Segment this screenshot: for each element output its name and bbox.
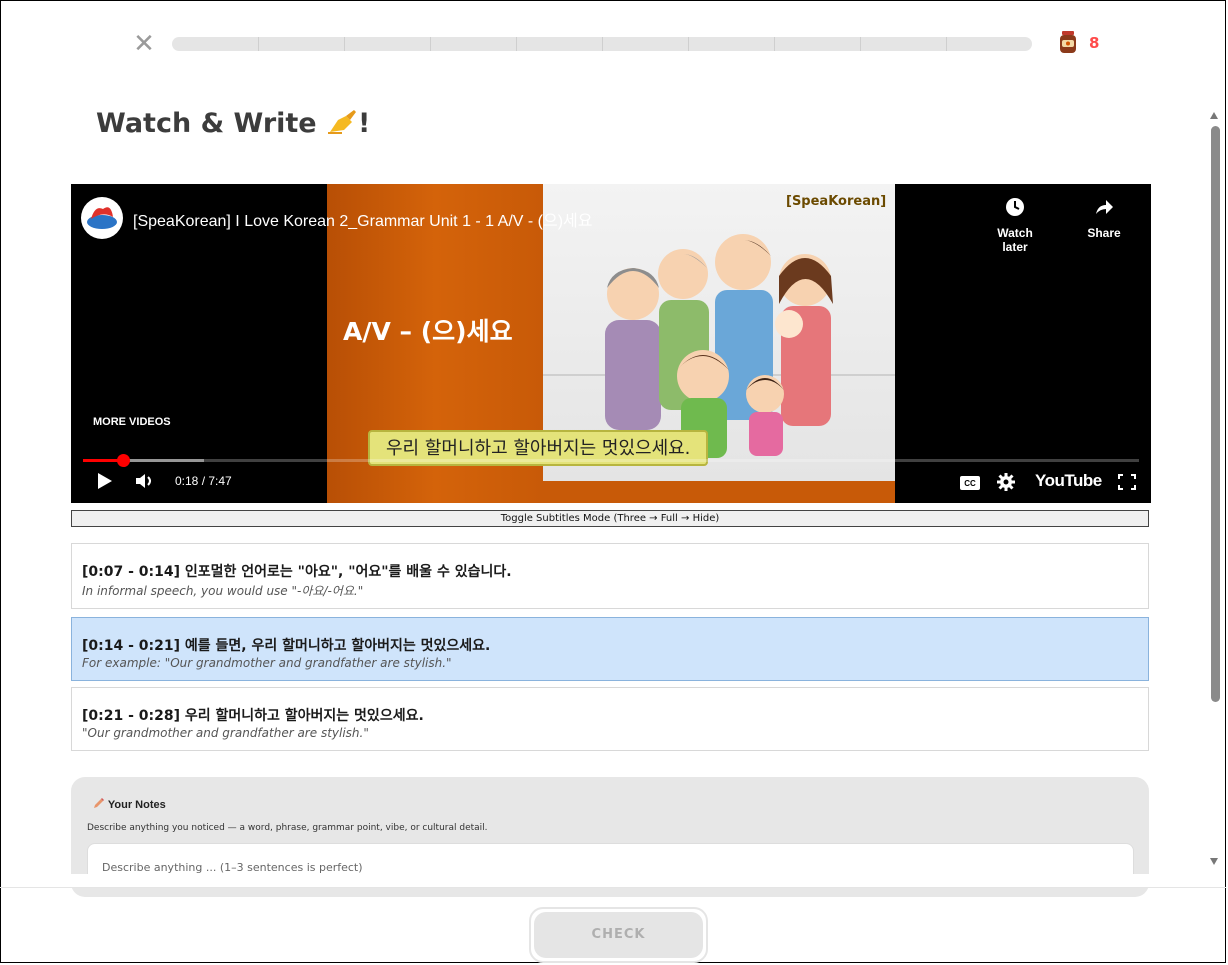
cue-time: [0:07 - 0:14] [82, 564, 180, 580]
video-seek-handle[interactable] [117, 454, 130, 467]
gear-icon [997, 473, 1015, 491]
video-slide-text: A/V – (으)세요 [343, 317, 513, 346]
video-brand: [SpeaKorean] [786, 194, 887, 209]
toggle-subtitles-button[interactable]: Toggle Subtitles Mode (Three → Full → Hi… [71, 510, 1149, 527]
cue-korean-text: 우리 할머니하고 할아버지는 멋있으세요. [184, 708, 424, 724]
clock-icon [1006, 198, 1024, 216]
page-title-suffix: ! [358, 108, 371, 139]
footer-divider [0, 887, 1226, 888]
channel-avatar[interactable] [81, 197, 123, 239]
page-title: Watch & Write ! [96, 108, 370, 139]
cue-time: [0:21 - 0:28] [82, 708, 180, 724]
cue-korean: [0:21 - 0:28] 우리 할머니하고 할아버지는 멋있으세요. [82, 705, 424, 725]
share-icon [1096, 200, 1113, 214]
cue-english: "Our grandmother and grandfather are sty… [82, 726, 369, 740]
progress-segment [688, 37, 689, 51]
volume-button[interactable] [135, 473, 157, 493]
volume-icon [136, 474, 151, 488]
youtube-logo[interactable]: YouTube [1035, 471, 1102, 491]
cue-korean: [0:14 - 0:21] 예를 들면, 우리 할머니하고 할아버지는 멋있으세… [82, 635, 490, 655]
share-button[interactable]: Share [1081, 197, 1127, 240]
scroll-up-arrow[interactable] [1210, 112, 1218, 119]
lives-count: 8 [1089, 34, 1100, 52]
subtitle-cue[interactable]: [0:21 - 0:28] 우리 할머니하고 할아버지는 멋있으세요. "Our… [71, 687, 1149, 751]
lesson-progress-bar [172, 37, 1032, 51]
settings-button[interactable] [997, 473, 1015, 495]
cue-english: In informal speech, you would use "-아요/-… [82, 584, 364, 598]
check-button[interactable]: CHECK [529, 907, 708, 963]
notes-heading: Your Notes [93, 797, 166, 811]
captions-button[interactable]: CC [960, 475, 980, 494]
video-title[interactable]: [SpeaKorean] I Love Korean 2_Grammar Uni… [133, 207, 592, 231]
progress-segment [774, 37, 775, 51]
progress-segment [430, 37, 431, 51]
writing-hand-icon [328, 110, 357, 134]
pencil-icon [94, 798, 104, 808]
fullscreen-button[interactable] [1118, 474, 1136, 494]
watch-later-label: Watch later [997, 226, 1033, 254]
progress-segment [344, 37, 345, 51]
more-videos-label[interactable]: MORE VIDEOS [93, 416, 171, 428]
subtitle-cue[interactable]: [0:07 - 0:14] 인포멀한 언어로는 "아요", "어요"를 배울 수… [71, 543, 1149, 609]
scroll-mask [1, 874, 1209, 887]
play-icon [98, 473, 112, 489]
progress-segment [258, 37, 259, 51]
cue-korean: [0:07 - 0:14] 인포멀한 언어로는 "아요", "어요"를 배울 수… [82, 561, 512, 581]
progress-segment [860, 37, 861, 51]
fullscreen-icon [1118, 474, 1136, 490]
progress-segment [946, 37, 947, 51]
video-time: 0:18 / 7:47 [175, 474, 232, 488]
check-button-label: CHECK [534, 912, 703, 958]
subtitle-cue-active[interactable]: [0:14 - 0:21] 예를 들면, 우리 할머니하고 할아버지는 멋있으세… [71, 617, 1149, 681]
close-icon[interactable]: ✕ [130, 30, 158, 58]
cue-korean-text: 인포멀한 언어로는 "아요", "어요"를 배울 수 있습니다. [184, 564, 512, 580]
svg-text:CC: CC [964, 479, 976, 488]
cc-icon: CC [960, 476, 980, 490]
video-seek-bar[interactable] [83, 459, 1139, 462]
notes-description: Describe anything you noticed — a word, … [87, 823, 488, 833]
watch-later-button[interactable]: Watch later [983, 197, 1047, 254]
page-title-text: Watch & Write [96, 108, 317, 139]
progress-segment [516, 37, 517, 51]
cue-korean-text: 예를 들면, 우리 할머니하고 할아버지는 멋있으세요. [184, 638, 491, 654]
play-button[interactable] [97, 472, 113, 494]
cue-time: [0:14 - 0:21] [82, 638, 180, 654]
video-player[interactable]: A/V – (으)세요 [SpeaKorean] [SpeaKorean] I … [71, 184, 1151, 503]
notes-heading-text: Your Notes [107, 799, 166, 811]
scrollbar-thumb[interactable] [1211, 126, 1220, 702]
cue-english: For example: "Our grandmother and grandf… [82, 656, 452, 670]
share-label: Share [1087, 226, 1121, 240]
channel-logo-icon [87, 207, 117, 229]
progress-segment [602, 37, 603, 51]
jar-icon [1060, 31, 1076, 53]
scroll-down-arrow[interactable] [1210, 858, 1218, 865]
